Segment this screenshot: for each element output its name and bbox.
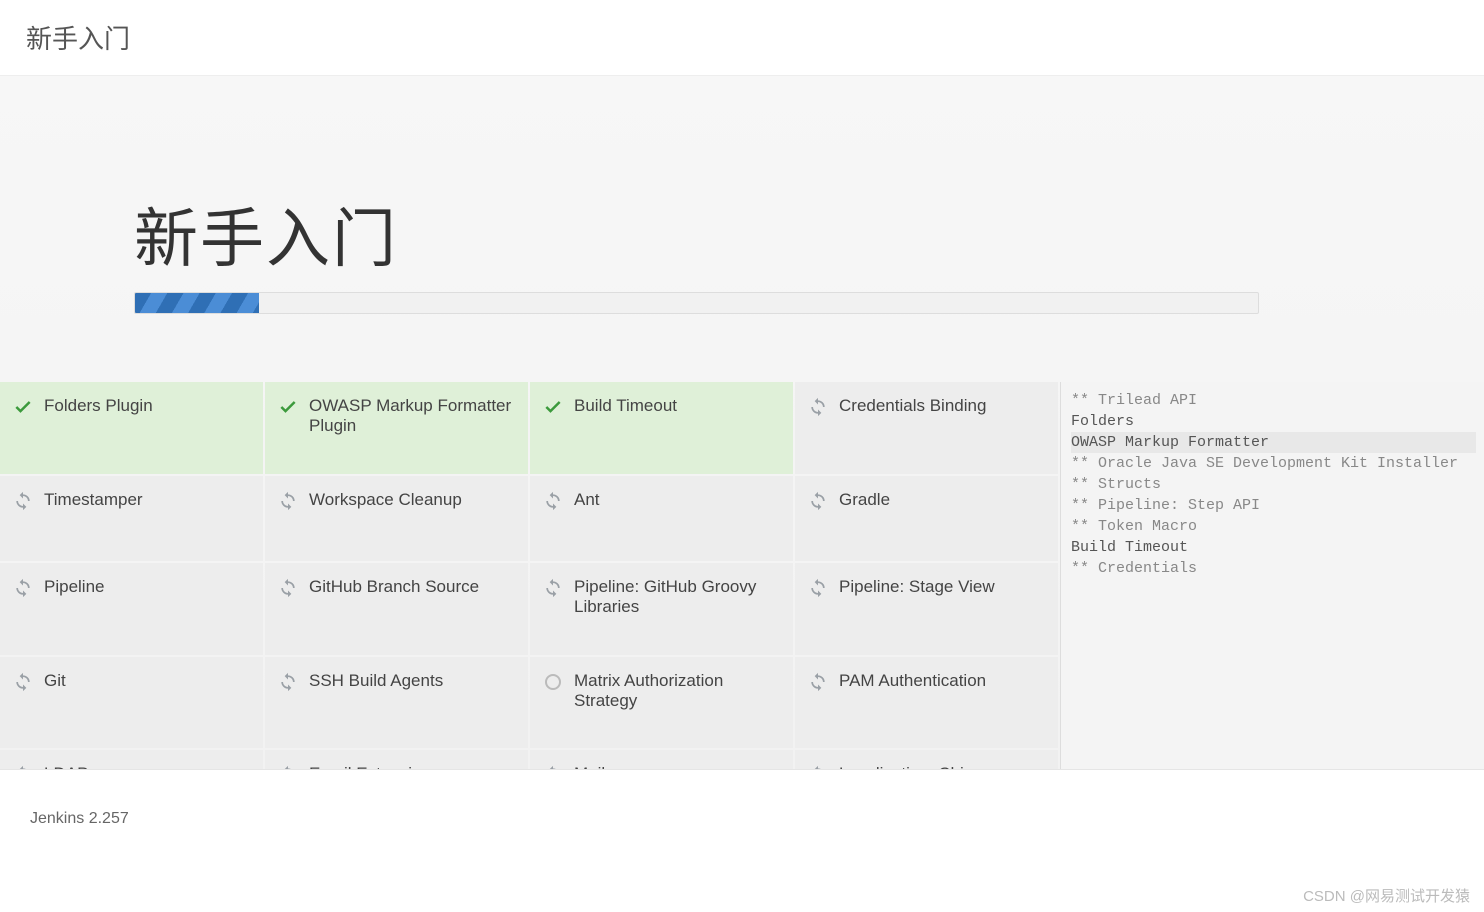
plugin-name: Timestamper bbox=[44, 490, 143, 510]
plugin-name: PAM Authentication bbox=[839, 671, 986, 691]
plugin-cell: Git bbox=[0, 657, 263, 749]
plugin-cell: SSH Build Agents bbox=[265, 657, 528, 749]
plugin-name: OWASP Markup Formatter Plugin bbox=[309, 396, 514, 436]
circle-icon bbox=[542, 671, 564, 693]
main-area: 新手入门 Folders Plugin OWASP Markup Formatte… bbox=[0, 76, 1484, 769]
plugin-cell: Matrix Authorization Strategy bbox=[530, 657, 793, 749]
log-line: OWASP Markup Formatter bbox=[1071, 432, 1476, 453]
log-line: Build Timeout bbox=[1071, 537, 1476, 558]
plugin-cell: Pipeline: Stage View bbox=[795, 563, 1058, 655]
check-icon bbox=[277, 396, 299, 418]
refresh-icon bbox=[12, 671, 34, 693]
check-icon bbox=[12, 396, 34, 418]
footer-bar: Jenkins 2.257 bbox=[0, 769, 1484, 849]
watermark: CSDN @网易测试开发猿 bbox=[1303, 885, 1470, 906]
plugin-cell: Ant bbox=[530, 476, 793, 562]
plugin-cell: Credentials Binding bbox=[795, 382, 1058, 474]
plugin-name: Build Timeout bbox=[574, 396, 677, 416]
plugin-name: Matrix Authorization Strategy bbox=[574, 671, 779, 711]
log-line: ** Token Macro bbox=[1071, 516, 1476, 537]
plugin-cell: Folders Plugin bbox=[0, 382, 263, 474]
progress-fill bbox=[135, 293, 259, 313]
log-line: ** Oracle Java SE Development Kit Instal… bbox=[1071, 453, 1476, 474]
plugin-cell: Pipeline: GitHub Groovy Libraries bbox=[530, 563, 793, 655]
page-title: 新手入门 bbox=[134, 188, 1484, 280]
refresh-icon bbox=[807, 671, 829, 693]
plugin-cell: PAM Authentication bbox=[795, 657, 1058, 749]
check-icon bbox=[542, 396, 564, 418]
plugin-cell: Timestamper bbox=[0, 476, 263, 562]
plugin-cell: Workspace Cleanup bbox=[265, 476, 528, 562]
plugin-name: Workspace Cleanup bbox=[309, 490, 462, 510]
plugin-name: Pipeline: Stage View bbox=[839, 577, 995, 597]
log-line: ** Structs bbox=[1071, 474, 1476, 495]
refresh-icon bbox=[277, 577, 299, 599]
refresh-icon bbox=[542, 577, 564, 599]
log-line: ** Trilead API bbox=[1071, 390, 1476, 411]
log-line: Folders bbox=[1071, 411, 1476, 432]
plugin-cell: OWASP Markup Formatter Plugin bbox=[265, 382, 528, 474]
top-header: 新手入门 bbox=[0, 0, 1484, 76]
log-line: ** Credentials bbox=[1071, 558, 1476, 579]
plugin-name: GitHub Branch Source bbox=[309, 577, 479, 597]
refresh-icon bbox=[12, 490, 34, 512]
plugin-name: Pipeline bbox=[44, 577, 105, 597]
plugin-cell: Pipeline bbox=[0, 563, 263, 655]
refresh-icon bbox=[807, 577, 829, 599]
plugin-name: Ant bbox=[574, 490, 600, 510]
plugin-name: SSH Build Agents bbox=[309, 671, 443, 691]
plugin-cell: GitHub Branch Source bbox=[265, 563, 528, 655]
plugin-name: Git bbox=[44, 671, 66, 691]
refresh-icon bbox=[807, 490, 829, 512]
refresh-icon bbox=[12, 577, 34, 599]
plugin-name: Credentials Binding bbox=[839, 396, 986, 416]
header-title: 新手入门 bbox=[26, 19, 130, 56]
plugin-cell: Build Timeout bbox=[530, 382, 793, 474]
plugin-name: Gradle bbox=[839, 490, 890, 510]
plugin-cell: Gradle bbox=[795, 476, 1058, 562]
progress-bar bbox=[134, 292, 1259, 314]
log-line: ** Pipeline: Step API bbox=[1071, 495, 1476, 516]
plugin-name: Folders Plugin bbox=[44, 396, 153, 416]
refresh-icon bbox=[277, 490, 299, 512]
version-text: Jenkins 2.257 bbox=[30, 810, 129, 828]
refresh-icon bbox=[542, 490, 564, 512]
refresh-icon bbox=[277, 671, 299, 693]
refresh-icon bbox=[807, 396, 829, 418]
plugin-name: Pipeline: GitHub Groovy Libraries bbox=[574, 577, 779, 617]
